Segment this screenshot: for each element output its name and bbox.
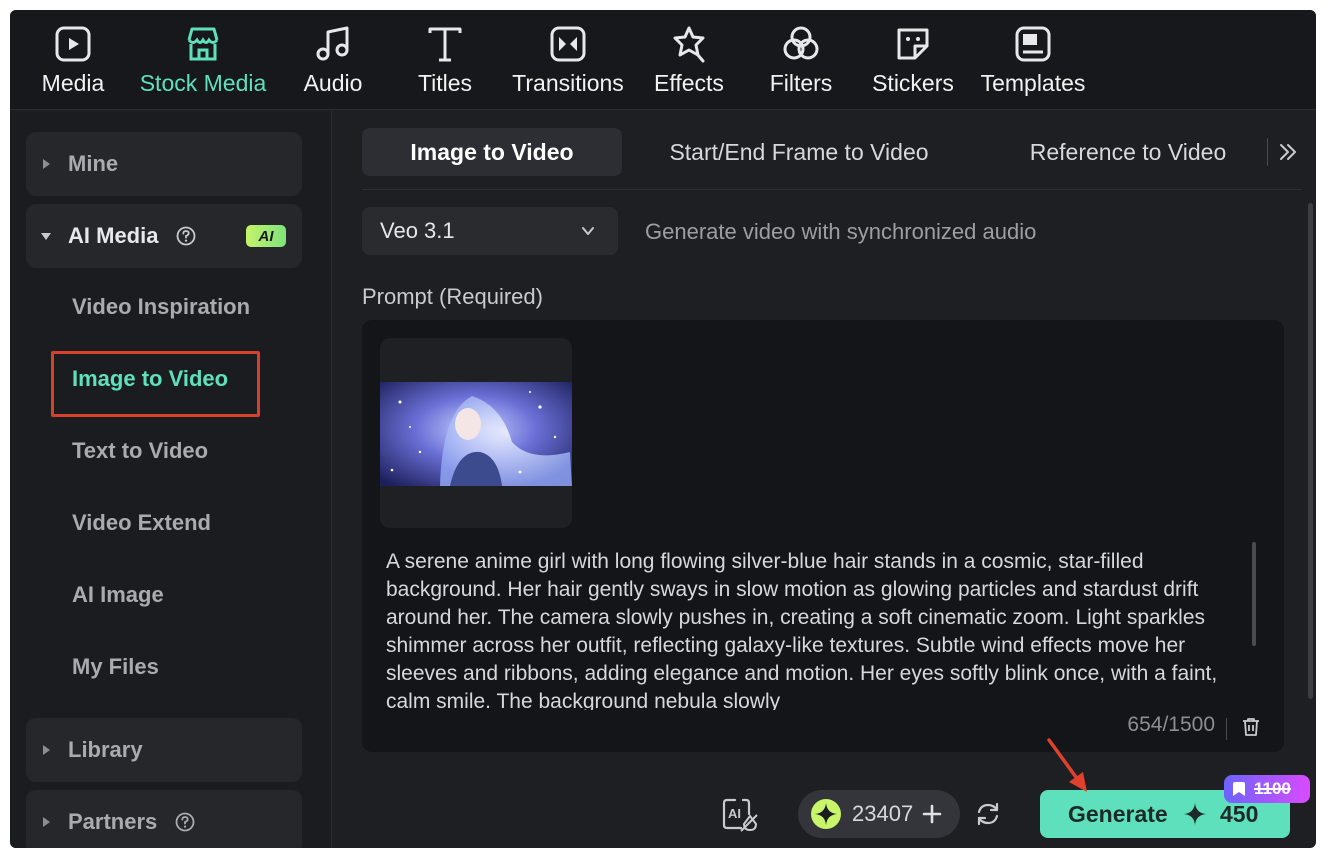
- template-icon: [1015, 26, 1051, 62]
- prompt-scrollbar[interactable]: [1252, 542, 1256, 646]
- help-icon[interactable]: [175, 812, 195, 832]
- tab-divider: [1267, 138, 1268, 166]
- toolbar-item-label: Titles: [417, 70, 473, 96]
- help-icon[interactable]: [176, 226, 196, 246]
- caret-right-icon: [43, 817, 50, 827]
- toolbar-item-label: Media: [41, 70, 105, 96]
- generate-cost: 450: [1220, 801, 1259, 827]
- sidebar-section-library[interactable]: Library: [26, 718, 302, 782]
- sidebar-section-partners[interactable]: Partners: [26, 790, 302, 848]
- model-select-value: Veo 3.1: [380, 218, 455, 243]
- refresh-icon[interactable]: [975, 801, 1001, 827]
- model-description: Generate video with synchronized audio: [645, 219, 1037, 244]
- media-icon: [55, 26, 91, 62]
- sidebar-item-video-inspiration[interactable]: Video Inspiration: [72, 294, 250, 320]
- tab-image-to-video[interactable]: Image to Video: [362, 128, 622, 176]
- toolbar-item-templates[interactable]: Templates: [978, 24, 1088, 100]
- toolbar-item-label: Transitions: [512, 70, 624, 96]
- star-effects-icon: [673, 26, 705, 63]
- toolbar-item-label: Effects: [654, 70, 724, 96]
- sidebar-section-label: Library: [68, 737, 143, 762]
- character-count: 654/1500: [1127, 713, 1215, 736]
- toolbar-item-filters[interactable]: Filters: [766, 24, 836, 100]
- divider: [362, 189, 1302, 190]
- toolbar-item-label: Audio: [303, 70, 363, 96]
- ai-label-icon[interactable]: AI: [719, 794, 759, 834]
- tab-start-end-frame-to-video[interactable]: Start/End Frame to Video: [644, 128, 954, 176]
- credits-coin-icon: [811, 799, 841, 829]
- chevron-down-icon: [582, 227, 594, 235]
- app-window: Media Stock Media Audio Titles Transitio…: [10, 10, 1316, 848]
- plus-icon[interactable]: [921, 803, 943, 825]
- toolbar-item-audio[interactable]: Audio: [300, 24, 366, 100]
- transition-icon: [550, 26, 586, 62]
- toolbar-item-titles[interactable]: Titles: [414, 24, 476, 100]
- store-icon: [187, 27, 219, 61]
- caret-down-icon: [41, 233, 51, 240]
- toolbar-item-effects[interactable]: Effects: [652, 24, 726, 100]
- sticker-icon: [897, 28, 929, 60]
- toolbar-item-label: Templates: [980, 70, 1086, 96]
- sidebar-item-text-to-video[interactable]: Text to Video: [72, 438, 208, 464]
- svg-text:AI: AI: [728, 806, 741, 821]
- credits-value: 23407: [852, 801, 914, 826]
- prompt-label: Prompt (Required): [362, 284, 543, 309]
- music-note-icon: [316, 26, 349, 61]
- ai-badge: AI: [246, 225, 286, 247]
- caret-right-icon: [43, 745, 50, 755]
- main-panel: Image to Video Start/End Frame to Video …: [333, 111, 1316, 848]
- sidebar: Mine AI Media AI Video Inspiration Image…: [10, 111, 332, 848]
- uploaded-image-card[interactable]: [380, 338, 572, 528]
- top-toolbar: Media Stock Media Audio Titles Transitio…: [10, 10, 1316, 110]
- caret-right-icon: [43, 159, 50, 169]
- toolbar-item-transitions[interactable]: Transitions: [508, 24, 628, 100]
- double-chevron-right-icon[interactable]: [1276, 140, 1300, 164]
- uploaded-image-thumbnail: [380, 382, 572, 486]
- filters-icon: [783, 26, 819, 60]
- panel-scrollbar[interactable]: [1308, 203, 1313, 699]
- generate-button-label: Generate: [1068, 801, 1168, 827]
- sidebar-item-my-files[interactable]: My Files: [72, 654, 159, 680]
- toolbar-item-stickers[interactable]: Stickers: [870, 24, 956, 100]
- toolbar-item-label: Filters: [769, 70, 833, 96]
- toolbar-item-label: Stickers: [872, 70, 954, 96]
- tab-reference-to-video[interactable]: Reference to Video: [1002, 128, 1254, 176]
- highlight-box: [51, 351, 260, 417]
- sidebar-item-video-extend[interactable]: Video Extend: [72, 510, 211, 536]
- original-price: 1100: [1254, 779, 1291, 798]
- toolbar-item-media[interactable]: Media: [38, 24, 108, 100]
- divider: [1226, 718, 1227, 740]
- toolbar-item-label: Stock Media: [139, 70, 267, 96]
- original-price-badge: 1100: [1224, 775, 1310, 803]
- sidebar-section-mine[interactable]: Mine: [26, 132, 302, 196]
- trash-icon[interactable]: [1240, 716, 1262, 738]
- text-t-icon: [428, 27, 462, 62]
- sidebar-section-label: AI Media: [68, 223, 159, 248]
- sidebar-section-ai-media[interactable]: AI Media AI: [26, 204, 302, 268]
- sparkle-icon: [1184, 803, 1206, 825]
- price-tag-icon: [1233, 782, 1245, 796]
- prompt-box[interactable]: A serene anime girl with long flowing si…: [362, 320, 1284, 752]
- sidebar-item-ai-image[interactable]: AI Image: [72, 582, 164, 608]
- sidebar-section-label: Mine: [68, 151, 119, 176]
- prompt-textarea[interactable]: A serene anime girl with long flowing si…: [386, 548, 1256, 710]
- model-select[interactable]: Veo 3.1: [362, 207, 618, 255]
- credits-balance[interactable]: 23407: [798, 790, 960, 838]
- sidebar-section-label: Partners: [68, 809, 158, 834]
- pointer-arrow-annotation: [1047, 738, 1087, 792]
- toolbar-item-stock-media[interactable]: Stock Media: [136, 24, 270, 100]
- mode-tabs: Image to Video Start/End Frame to Video …: [362, 128, 1302, 176]
